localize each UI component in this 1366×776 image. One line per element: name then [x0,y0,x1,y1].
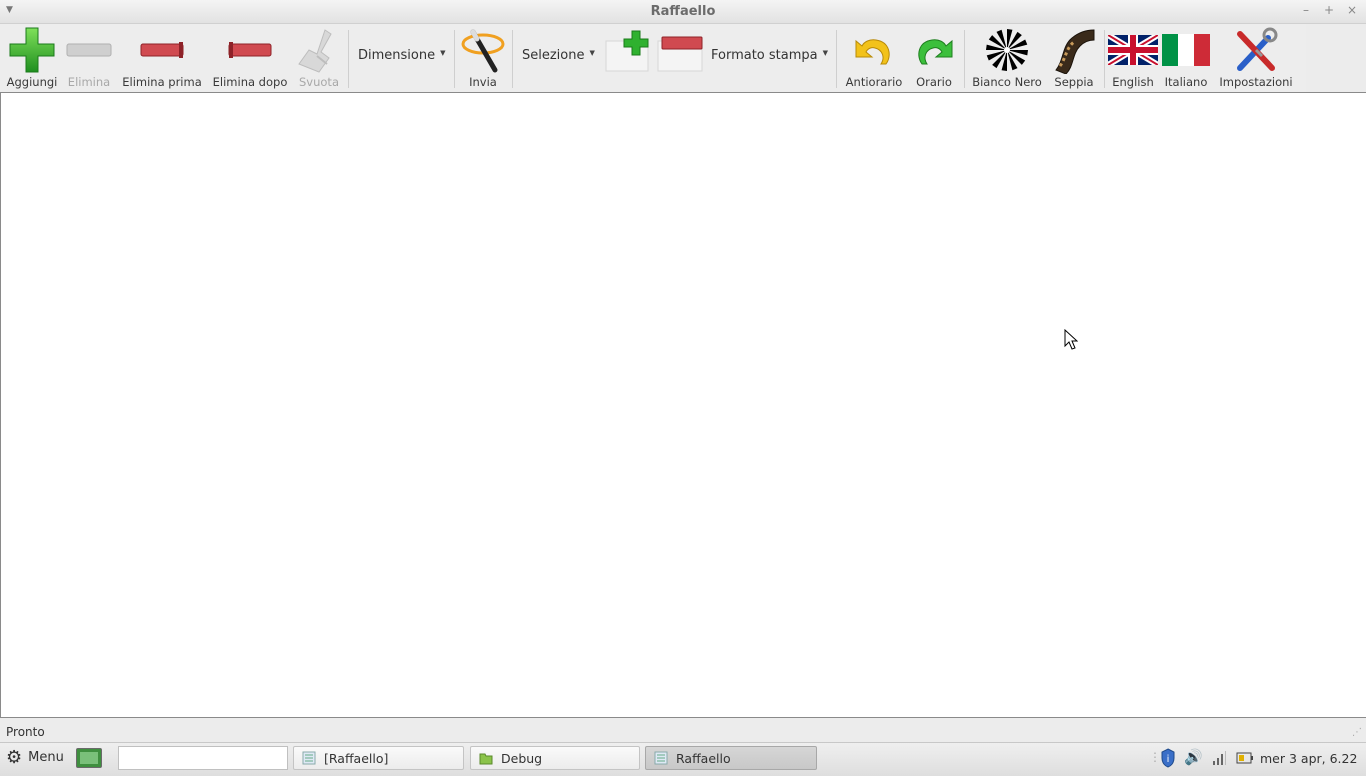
minus-icon [65,24,113,76]
seppia-label: Seppia [1054,75,1094,89]
invia-label: Invia [469,75,497,89]
gear-icon: ⚙ [6,747,23,768]
toolbar-separator [512,30,513,88]
app-icon [654,751,668,765]
elimina-dopo-label: Elimina dopo [212,75,288,89]
svuota-label: Svuota [299,75,339,89]
bianco-nero-label: Bianco Nero [972,75,1042,89]
toolbar-separator [964,30,965,88]
task-label: Raffaello [676,750,731,766]
antiorario-button[interactable]: Antiorario [842,24,906,92]
aggiungi-label: Aggiungi [6,75,58,89]
add-page-icon [604,24,654,76]
elimina-dopo-button[interactable]: Elimina dopo [210,24,290,92]
elimina-button[interactable]: Elimina [62,24,116,92]
selezione-label: Selezione [522,48,585,63]
taskbar: ⚙ Menu [Raffaello] Debug Raffaello ⋮ i 🔊… [0,742,1366,776]
dimensione-label: Dimensione [358,48,436,63]
remove-page-icon [656,24,706,76]
plus-icon [8,24,56,76]
resize-grip-icon[interactable]: ⋰ [1352,727,1362,738]
italiano-button[interactable]: Italiano [1160,24,1212,92]
image-canvas[interactable] [0,92,1366,718]
english-button[interactable]: English [1106,24,1160,92]
app-icon [302,751,316,765]
menu-button[interactable]: ⚙ Menu [6,747,64,768]
chevron-down-icon: ▼ [822,49,829,57]
uk-flag-icon [1108,24,1158,76]
app-window: ▼ Raffaello – + × Aggiungi Elimina Elimi… [0,0,1366,742]
dimensione-dropdown[interactable]: Dimensione ▼ [358,48,446,63]
bianco-nero-button[interactable]: Bianco Nero [970,24,1044,92]
close-icon[interactable]: × [1345,3,1359,17]
task-debug[interactable]: Debug [470,746,640,770]
search-input[interactable] [118,746,288,770]
aggiungi-button[interactable]: Aggiungi [4,24,60,92]
toolbar-separator [348,30,349,88]
broom-icon [295,24,343,76]
orario-label: Orario [916,75,952,89]
toolbar: Aggiungi Elimina Elimina prima Elimina d… [0,24,1306,92]
task-label: Debug [501,750,543,766]
volume-icon[interactable]: 🔊 [1184,748,1203,766]
toolbar-separator [454,30,455,88]
antiorario-label: Antiorario [845,75,903,89]
film-strip-icon [1050,24,1098,76]
orario-button[interactable]: Orario [908,24,960,92]
maximize-icon[interactable]: + [1322,3,1336,17]
task-raffaello-bracket[interactable]: [Raffaello] [293,746,464,770]
folder-icon [479,753,493,765]
show-desktop-icon[interactable] [76,748,102,768]
tools-icon [1232,24,1280,76]
formato-stampa-dropdown[interactable]: Formato stampa ▼ [711,48,828,63]
clock[interactable]: mer 3 apr, 6.22 [1260,751,1357,766]
impostazioni-button[interactable]: Impostazioni [1216,24,1296,92]
task-label: [Raffaello] [324,750,389,766]
svuota-button[interactable]: Svuota [294,24,344,92]
status-text: Pronto [6,725,45,739]
elimina-label: Elimina [67,75,111,89]
svg-text:i: i [1167,754,1170,765]
add-page-button[interactable] [604,24,654,92]
italy-flag-icon [1162,24,1210,76]
chevron-down-icon: ▼ [440,49,446,57]
seppia-button[interactable]: Seppia [1048,24,1100,92]
toolbar-separator [836,30,837,88]
italiano-label: Italiano [1164,75,1208,89]
magic-wand-icon [459,24,507,76]
rotate-cw-icon [910,24,958,76]
shield-icon[interactable]: i [1160,748,1176,768]
minimize-icon[interactable]: – [1299,3,1313,17]
remove-before-icon [137,24,187,76]
mouse-cursor-icon [1064,329,1078,350]
black-white-icon [984,24,1030,76]
battery-icon[interactable] [1236,752,1254,764]
window-title: Raffaello [650,4,716,19]
remove-after-icon [225,24,275,76]
rotate-ccw-icon [850,24,898,76]
elimina-prima-button[interactable]: Elimina prima [120,24,204,92]
menu-label: Menu [28,750,64,765]
remove-page-button[interactable] [656,24,706,92]
invia-button[interactable]: Invia [458,24,508,92]
title-bar[interactable]: ▼ Raffaello – + × [0,0,1366,24]
network-signal-icon[interactable] [1212,750,1226,766]
task-raffaello-active[interactable]: Raffaello [645,746,817,770]
impostazioni-label: Impostazioni [1219,75,1293,89]
status-bar: Pronto ⋰ [0,722,1366,742]
elimina-prima-label: Elimina prima [122,75,202,89]
toolbar-separator [1104,30,1105,88]
selezione-dropdown[interactable]: Selezione ▼ [522,48,595,63]
formato-stampa-label: Formato stampa [711,48,818,63]
english-label: English [1112,75,1154,89]
chevron-down-icon: ▼ [589,49,595,57]
